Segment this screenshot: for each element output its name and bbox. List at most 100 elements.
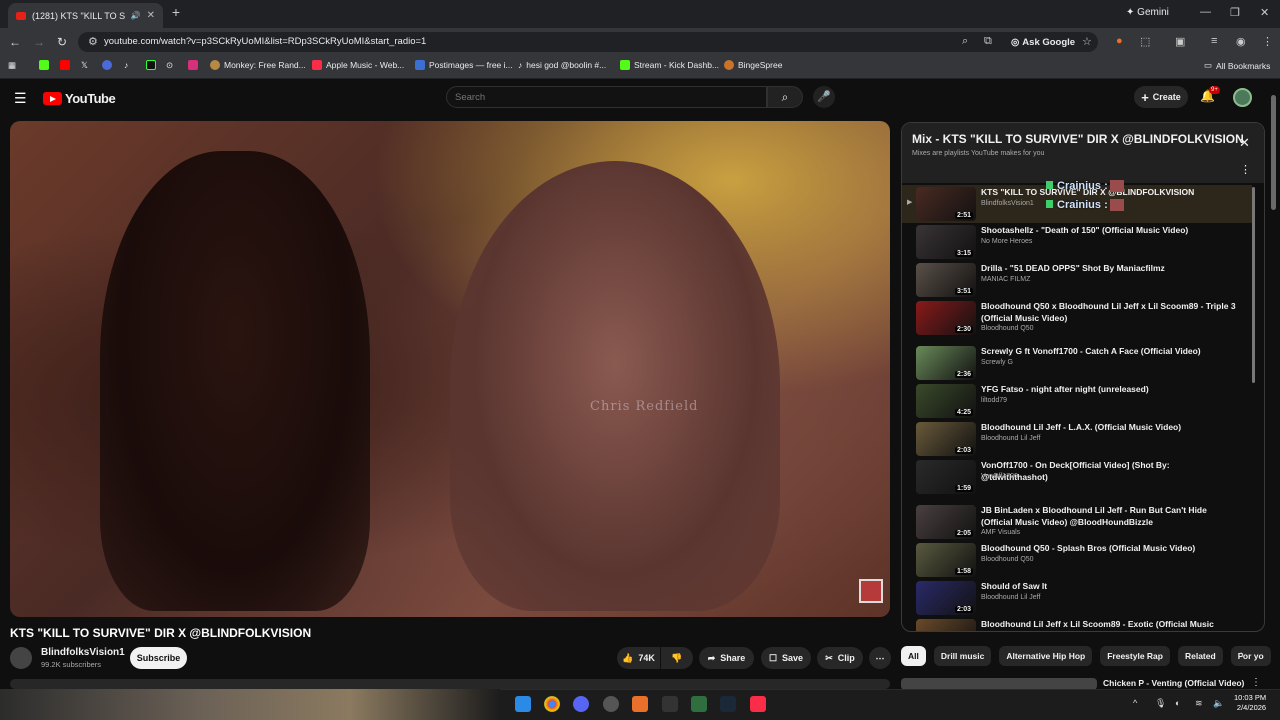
chips-next-icon[interactable]: ›: [1240, 649, 1244, 661]
playlist-item-thumbnail[interactable]: 2:03: [916, 422, 976, 456]
profile-icon[interactable]: ◉: [1236, 35, 1246, 48]
playlist-item[interactable]: 3:51 Drilla - "51 DEAD OPPS" Shot By Mani…: [902, 261, 1252, 299]
playlist-item-thumbnail[interactable]: 1:59: [916, 460, 976, 494]
playlist-more-icon[interactable]: ⋮: [1240, 163, 1251, 176]
tab-close-icon[interactable]: ✕: [147, 10, 155, 21]
bookmark-item-kick[interactable]: Stream - Kick Dashb...: [620, 60, 719, 70]
recommended-more-icon[interactable]: ⋮: [1251, 677, 1261, 688]
bookmark-item-apple-music[interactable]: Apple Music - Web...: [312, 60, 404, 70]
bookmark-kick-icon[interactable]: [39, 60, 49, 70]
minimize-button[interactable]: —: [1200, 6, 1211, 18]
browser-tab[interactable]: (1281) KTS "KILL TO SURVI 🔊 ✕: [8, 3, 163, 28]
bookmark-star-icon[interactable]: ☆: [1082, 35, 1092, 48]
recommended-title[interactable]: Chicken P - Venting (Official Video): [1103, 678, 1244, 688]
new-tab-button[interactable]: +: [168, 5, 184, 21]
playlist-item-thumbnail[interactable]: 2:05: [916, 505, 976, 539]
description-box[interactable]: [10, 679, 890, 689]
tray-wifi-icon[interactable]: ≋: [1195, 698, 1203, 709]
apple-music-taskbar-icon[interactable]: [750, 696, 766, 712]
playlist-item[interactable]: 1:58 Bloodhound Q50 - Splash Bros (Offici…: [902, 541, 1252, 579]
playlist-item-thumbnail[interactable]: [916, 619, 976, 631]
app-a-icon[interactable]: [632, 696, 648, 712]
hamburger-menu-icon[interactable]: ☰: [14, 90, 27, 107]
forward-button[interactable]: →: [33, 35, 45, 49]
ask-google-button[interactable]: ◎ Ask Google: [1006, 34, 1080, 50]
restore-button[interactable]: ❐: [1230, 6, 1240, 19]
channel-avatar[interactable]: [10, 647, 32, 669]
extension-icon[interactable]: ●: [1116, 35, 1123, 47]
voice-search-button[interactable]: 🎤: [813, 86, 835, 108]
bookmark-instagram-icon[interactable]: [188, 60, 198, 70]
zoom-icon[interactable]: ⌕: [962, 35, 968, 48]
playlist-item-thumbnail[interactable]: 2:03: [916, 581, 976, 615]
search-button[interactable]: ⌕: [767, 86, 803, 108]
windows-start-icon[interactable]: [515, 696, 531, 712]
search-input[interactable]: [446, 86, 767, 108]
bookmark-shield-icon[interactable]: [102, 60, 112, 70]
chip-related[interactable]: Related: [1177, 646, 1223, 666]
app-g-icon[interactable]: [662, 696, 678, 712]
channel-name[interactable]: BlindfolksVision1: [41, 647, 125, 658]
chip-alternative-hip-hop[interactable]: Alternative Hip Hop: [999, 646, 1093, 666]
create-button[interactable]: + Create: [1134, 86, 1188, 108]
bookmark-tiktok-icon[interactable]: ♪: [124, 60, 128, 70]
video-player[interactable]: Chris Redfield: [10, 121, 890, 617]
bookmark-youtube-icon[interactable]: [60, 60, 70, 70]
menu-icon[interactable]: ⋮: [1262, 35, 1273, 48]
playlist-item[interactable]: 2:05 JB BinLaden x Bloodhound Lil Jeff - …: [902, 503, 1252, 541]
sidepanel-icon[interactable]: ▣: [1175, 35, 1185, 48]
save-button[interactable]: ☐ Save: [761, 647, 811, 669]
dislike-button[interactable]: 👎: [661, 647, 693, 669]
playlist-item[interactable]: 2:03 Bloodhound Lil Jeff - L.A.X. (Offici…: [902, 420, 1252, 458]
clip-button[interactable]: ✂ Clip: [817, 647, 863, 669]
settings-gear-icon[interactable]: [603, 696, 619, 712]
playlist-item-thumbnail[interactable]: 2:30: [916, 301, 976, 335]
gemini-button[interactable]: ✦ Gemini: [1126, 7, 1169, 18]
bookmark-item-tiktok[interactable]: ♪ hesi god @boolin #...: [518, 60, 606, 70]
bookmark-x-icon[interactable]: 𝕏: [81, 60, 88, 71]
playlist-close-icon[interactable]: ✕: [1239, 135, 1250, 151]
chrome-icon[interactable]: [544, 696, 560, 712]
share-button[interactable]: ➦ Share: [699, 647, 754, 669]
playlist-item-thumbnail[interactable]: 3:51: [916, 263, 976, 297]
site-info-icon[interactable]: ⚙: [88, 35, 98, 48]
playlist-scrollbar[interactable]: [1252, 187, 1255, 383]
playlist-item[interactable]: Bloodhound Lil Jeff x Lil Scoom89 - Exot…: [902, 617, 1252, 631]
window-close-button[interactable]: ✕: [1260, 6, 1269, 19]
chip-drill-music[interactable]: Drill music: [933, 646, 992, 666]
apps-icon[interactable]: ▦: [8, 60, 16, 71]
youtube-logo[interactable]: YouTube: [43, 91, 116, 106]
account-avatar[interactable]: [1233, 88, 1252, 107]
chip-freestyle-rap[interactable]: Freestyle Rap: [1100, 646, 1170, 666]
media-icon[interactable]: ≡: [1211, 35, 1217, 47]
bookmark-item-postimages[interactable]: Postimages — free i...: [415, 60, 513, 70]
playlist-item-thumbnail[interactable]: 4:25: [916, 384, 976, 418]
playlist-item[interactable]: 2:03 Should of Saw It Bloodhound Lil Jeff: [902, 579, 1252, 617]
playlist-item-thumbnail[interactable]: 2:51: [916, 187, 976, 221]
playlist-item[interactable]: 2:30 Bloodhound Q50 x Bloodhound Lil Jeff…: [902, 299, 1252, 337]
playlist-title[interactable]: Mix - KTS "KILL TO SURVIVE" DIR X @BLIND…: [912, 132, 1244, 146]
bookmark-item-bingespree[interactable]: BingeSpree: [724, 60, 782, 70]
taskbar-clock[interactable]: 10:03 PM 2/4/2026: [1234, 693, 1266, 713]
playlist-item[interactable]: 3:15 Shootashellz - "Death of 150" (Offic…: [902, 223, 1252, 261]
page-scrollbar[interactable]: [1271, 95, 1276, 210]
channel-watermark-icon[interactable]: [859, 579, 883, 603]
reload-button[interactable]: ↻: [57, 35, 67, 49]
steam-icon[interactable]: [720, 696, 736, 712]
extensions-puzzle-icon[interactable]: ⬚: [1140, 35, 1150, 48]
playlist-item[interactable]: 2:36 Screwly G ft Vonoff1700 - Catch A Fa…: [902, 344, 1252, 382]
playlist-item-thumbnail[interactable]: 3:15: [916, 225, 976, 259]
speaker-icon[interactable]: 🔊: [131, 11, 141, 20]
chip-for-you[interactable]: For yo: [1230, 646, 1271, 666]
playlist-item-thumbnail[interactable]: 2:36: [916, 346, 976, 380]
chip-all[interactable]: All: [901, 646, 926, 666]
tray-mic-icon[interactable]: 🎙: [1155, 698, 1166, 709]
playlist-item[interactable]: 4:25 YFG Fatso - night after night (unrel…: [902, 382, 1252, 420]
url-text[interactable]: youtube.com/watch?v=p3SCkRyUoMI&list=RDp…: [104, 36, 426, 47]
excel-icon[interactable]: [691, 696, 707, 712]
playlist-item[interactable]: 1:59 VonOff1700 - On Deck[Official Video]…: [902, 458, 1252, 496]
more-actions-button[interactable]: ⋯: [869, 647, 891, 669]
playlist-item-thumbnail[interactable]: 1:58: [916, 543, 976, 577]
back-button[interactable]: ←: [9, 35, 21, 49]
all-bookmarks-button[interactable]: ▭ All Bookmarks: [1204, 60, 1270, 71]
